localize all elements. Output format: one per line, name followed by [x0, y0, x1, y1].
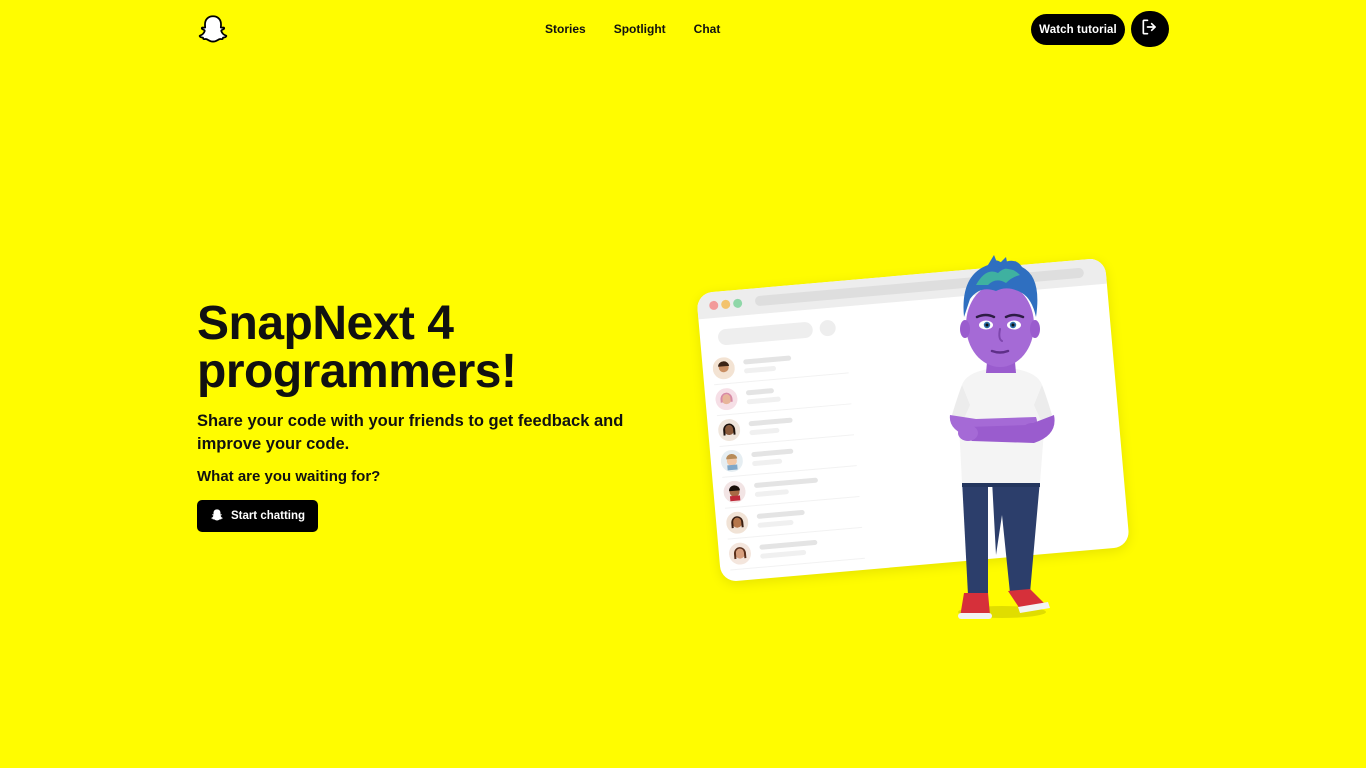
start-chatting-label: Start chatting: [230, 510, 306, 522]
nav-chat[interactable]: Chat: [680, 14, 735, 44]
nav-stories[interactable]: Stories: [531, 14, 600, 44]
avatar: [712, 356, 736, 380]
snapchat-ghost-icon[interactable]: [196, 12, 230, 46]
chat-window-illustration: [696, 255, 1140, 625]
bitmoji-avatar: [936, 255, 1066, 625]
hero-subtitle: Share your code with your friends to get…: [197, 412, 624, 453]
maximize-dot-icon: [732, 298, 743, 309]
avatar: [715, 387, 739, 411]
hero-question: What are you waiting for?: [197, 468, 381, 485]
avatar: [725, 511, 749, 535]
avatar: [717, 418, 741, 442]
chat-list: [711, 342, 865, 571]
main-nav: Stories Spotlight Chat: [531, 14, 734, 44]
minimize-dot-icon: [720, 299, 731, 310]
close-dot-icon: [708, 300, 719, 311]
avatar: [728, 542, 752, 566]
nav-spotlight[interactable]: Spotlight: [600, 14, 680, 44]
hero-section: SnapNext 4 programmers! Share your code …: [197, 300, 697, 532]
avatar: [723, 480, 747, 504]
hero-title: SnapNext 4 programmers!: [197, 297, 517, 398]
start-chatting-button[interactable]: Start chatting: [197, 500, 318, 532]
site-header: Stories Spotlight Chat Watch tutorial: [0, 0, 1366, 58]
watch-tutorial-button[interactable]: Watch tutorial: [1031, 14, 1125, 45]
snapchat-ghost-icon: [210, 508, 224, 525]
logout-button[interactable]: [1131, 11, 1169, 47]
search-placeholder: [717, 321, 814, 346]
new-chat-placeholder: [818, 319, 837, 337]
avatar: [720, 449, 744, 473]
logout-icon: [1140, 17, 1160, 42]
